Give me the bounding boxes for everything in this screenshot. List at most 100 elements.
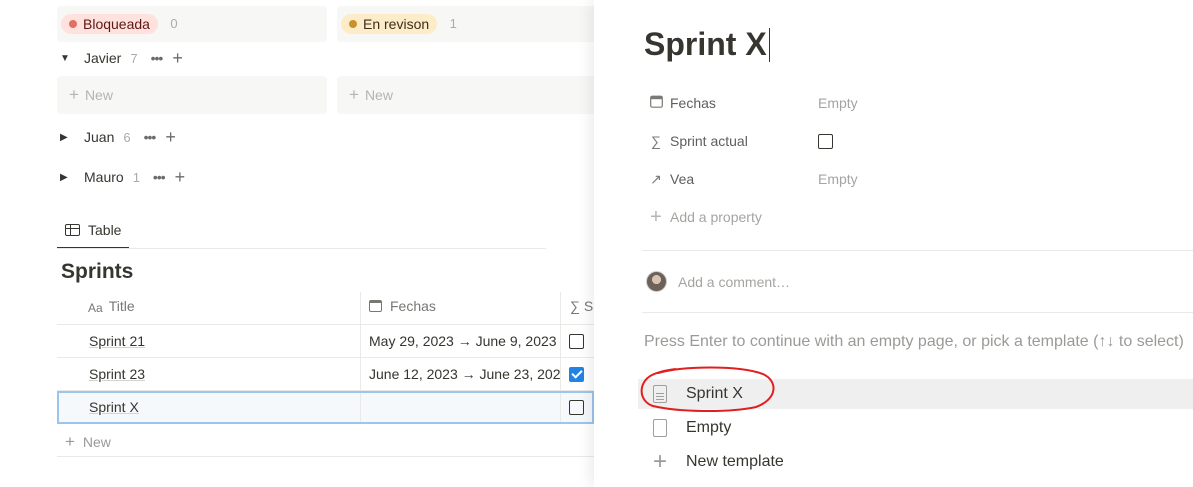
tab-table[interactable]: Table xyxy=(57,213,129,249)
page-title[interactable]: Sprint X xyxy=(644,26,770,63)
sigma-icon: ∑ xyxy=(651,133,661,149)
page-title-text[interactable]: Sprint X xyxy=(644,26,767,63)
status-label: En revison xyxy=(363,16,430,32)
table-new-row-button[interactable]: + New xyxy=(57,424,594,457)
text-property-icon: Aa xyxy=(88,301,103,315)
group-row-mauro[interactable]: ▶ Mauro 1 ••• + xyxy=(60,166,185,188)
divider xyxy=(642,250,1193,251)
blank-page-icon xyxy=(652,419,668,438)
divider xyxy=(642,312,1193,313)
arrow-upright-icon: ↗ xyxy=(650,170,662,187)
status-dot-icon xyxy=(69,20,77,28)
more-options-icon[interactable]: ••• xyxy=(151,50,164,66)
row-title[interactable]: Sprint 23 xyxy=(89,366,145,382)
status-tag-bloqueada: Bloqueada xyxy=(61,14,158,34)
template-label: Empty xyxy=(686,419,732,436)
comment-input[interactable]: Add a comment… xyxy=(646,271,790,292)
property-value[interactable]: Empty xyxy=(818,171,858,187)
add-property-label: Add a property xyxy=(670,209,762,225)
group-name: Mauro xyxy=(84,169,124,185)
column-header-label: Title xyxy=(108,298,135,314)
column-divider xyxy=(560,292,561,324)
column-header-title[interactable]: Aa Title xyxy=(88,298,135,315)
new-card-button[interactable]: + New xyxy=(337,76,607,114)
property-vea[interactable]: ↗ Vea xyxy=(648,166,694,192)
plus-icon: + xyxy=(65,432,75,451)
row-checkbox-cell xyxy=(569,367,584,382)
tab-label: Table xyxy=(88,222,122,238)
row-fechas[interactable]: May 29, 2023 → June 9, 2023 xyxy=(369,333,561,349)
new-row-label: New xyxy=(82,434,111,450)
more-options-icon[interactable]: ••• xyxy=(153,169,166,185)
database-view: Bloqueada 0 En revison 1 ▼ Javier 7 ••• … xyxy=(0,0,607,487)
property-label: Sprint actual xyxy=(670,133,748,149)
group-count: 6 xyxy=(123,129,131,145)
column-header-label: Fechas xyxy=(390,298,436,314)
column-count: 0 xyxy=(170,16,178,32)
add-item-icon[interactable]: + xyxy=(165,128,176,146)
add-item-icon[interactable]: + xyxy=(172,49,183,67)
group-row-javier[interactable]: ▼ Javier 7 ••• + xyxy=(60,47,183,69)
group-name: Juan xyxy=(84,129,115,145)
calendar-icon xyxy=(369,300,382,312)
caret-down-icon[interactable]: ▼ xyxy=(60,53,74,64)
sprint-actual-checkbox[interactable] xyxy=(818,134,833,149)
column-divider xyxy=(560,358,561,390)
document-icon xyxy=(652,385,668,404)
table-row[interactable]: Sprint 21 May 29, 2023 → June 9, 2023 xyxy=(57,325,594,358)
add-item-icon[interactable]: + xyxy=(175,168,186,186)
table-row-selected[interactable]: Sprint X xyxy=(57,391,594,424)
group-name: Javier xyxy=(84,50,122,66)
plus-icon: + xyxy=(652,448,667,475)
template-hint: Press Enter to continue with an empty pa… xyxy=(644,333,1184,350)
column-header-sprint-actual[interactable]: ∑ S xyxy=(570,298,593,314)
table-icon xyxy=(65,224,80,236)
checkbox[interactable] xyxy=(569,334,584,349)
add-property-button[interactable]: + Add a property xyxy=(648,204,762,230)
comment-placeholder: Add a comment… xyxy=(678,273,791,290)
checkbox[interactable] xyxy=(569,400,584,415)
board-column-headers: Bloqueada 0 En revison 1 xyxy=(57,6,607,42)
property-fechas[interactable]: Fechas xyxy=(648,90,716,116)
text-cursor xyxy=(768,27,770,62)
plus-icon: + xyxy=(349,85,359,104)
group-count: 1 xyxy=(132,169,140,185)
database-title[interactable]: Sprints xyxy=(61,260,133,284)
row-title[interactable]: Sprint X xyxy=(89,399,139,415)
property-label: Fechas xyxy=(670,95,716,111)
checkbox-checked[interactable] xyxy=(569,367,584,382)
board-column-bloqueada[interactable]: Bloqueada 0 xyxy=(57,6,327,42)
column-divider xyxy=(360,393,361,422)
template-label: Sprint X xyxy=(686,385,743,402)
template-option-new-template[interactable]: + New template xyxy=(638,447,1193,477)
column-divider xyxy=(560,325,561,357)
board-column-en-revison[interactable]: En revison 1 xyxy=(337,6,607,42)
row-title[interactable]: Sprint 21 xyxy=(89,333,145,349)
status-tag-en-revison: En revison xyxy=(341,14,438,34)
table-row[interactable]: Sprint 23 June 12, 2023 → June 23, 2023 xyxy=(57,358,594,391)
group-row-juan[interactable]: ▶ Juan 6 ••• + xyxy=(60,126,176,148)
new-card-button[interactable]: + New xyxy=(57,76,327,114)
column-divider xyxy=(360,292,361,324)
table-header: Aa Title Fechas ∑ S xyxy=(57,292,594,325)
column-header-label: ∑ S xyxy=(570,298,594,314)
template-label: New template xyxy=(686,453,784,470)
property-sprint-actual[interactable]: ∑ Sprint actual xyxy=(648,128,748,154)
new-card-row: + New + New xyxy=(57,76,607,114)
column-header-fechas[interactable]: Fechas xyxy=(369,298,436,314)
status-dot-icon xyxy=(349,20,357,28)
template-option-empty[interactable]: Empty xyxy=(638,413,1193,443)
property-value[interactable]: Empty xyxy=(818,95,858,111)
group-count: 7 xyxy=(130,50,138,66)
column-divider xyxy=(560,393,561,422)
plus-icon: + xyxy=(650,205,662,228)
template-option-sprint-x[interactable]: Sprint X xyxy=(638,379,1193,409)
caret-right-icon[interactable]: ▶ xyxy=(60,172,74,183)
more-options-icon[interactable]: ••• xyxy=(144,129,157,145)
row-fechas[interactable]: June 12, 2023 → June 23, 2023 xyxy=(369,366,561,382)
caret-right-icon[interactable]: ▶ xyxy=(60,132,74,143)
column-divider xyxy=(360,325,361,357)
tab-divider xyxy=(57,248,546,249)
property-label: Vea xyxy=(670,171,695,187)
new-card-label: New xyxy=(364,87,393,103)
